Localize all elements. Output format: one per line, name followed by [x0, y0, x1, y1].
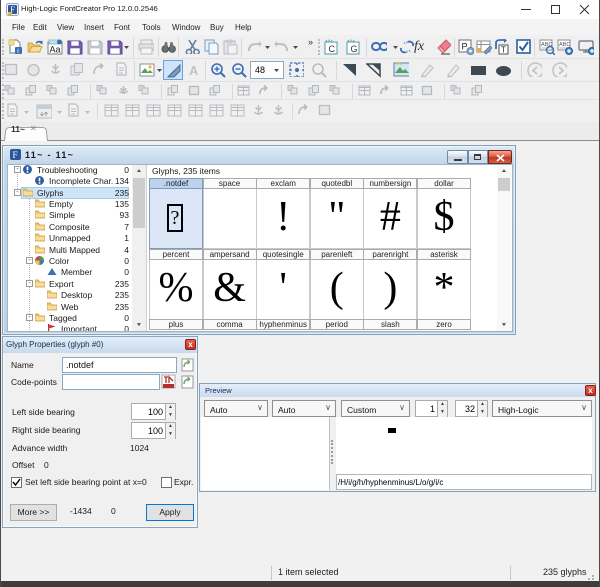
svg-text:F: F	[13, 150, 18, 160]
svg-text:Aa: Aa	[50, 45, 61, 55]
svg-text:P: P	[462, 42, 468, 52]
svg-text:G: G	[351, 44, 358, 54]
svg-text:T: T	[501, 46, 506, 55]
svg-text:C: C	[329, 44, 336, 54]
